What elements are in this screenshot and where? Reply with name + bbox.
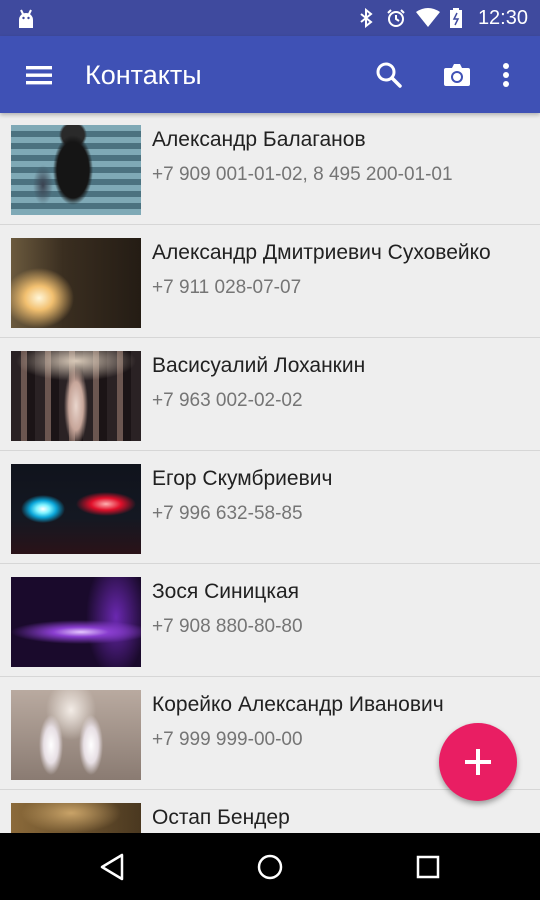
status-bar: 12:30 (0, 0, 540, 36)
contact-row[interactable]: Васисуалий Лоханкин +7 963 002-02-02 (0, 339, 540, 451)
contact-row[interactable]: Александр Дмитриевич Суховейко +7 911 02… (0, 226, 540, 338)
alarm-icon (387, 9, 405, 27)
contact-name: Корейко Александр Иванович (152, 693, 444, 716)
menu-icon[interactable] (20, 58, 56, 92)
bluetooth-icon (360, 8, 373, 28)
contact-row[interactable]: Александр Балаганов +7 909 001-01-02, 8 … (0, 113, 540, 225)
contact-phone: +7 963 002-02-02 (152, 390, 303, 411)
home-icon[interactable] (254, 851, 286, 883)
recents-icon[interactable] (413, 852, 443, 882)
contact-name: Остап Бендер (152, 806, 290, 829)
contact-phone: +7 996 632-58-85 (152, 503, 303, 524)
back-icon[interactable] (96, 851, 128, 883)
contact-phone: +7 999 999-00-00 (152, 729, 303, 750)
contact-photo (11, 690, 141, 780)
page-title: Контакты (85, 60, 202, 90)
wifi-icon (415, 8, 440, 27)
app-bar: Контакты (0, 36, 540, 113)
contact-phone: +7 911 028-07-07 (152, 277, 302, 298)
contact-row[interactable]: Егор Скумбриевич +7 996 632-58-85 (0, 452, 540, 564)
contact-name: Александр Балаганов (152, 128, 366, 151)
contact-photo (11, 351, 141, 441)
navigation-bar (0, 833, 540, 900)
overflow-icon[interactable] (492, 56, 520, 94)
contact-row[interactable]: Зося Синицкая +7 908 880-80-80 (0, 565, 540, 677)
contact-phone: +7 908 880-80-80 (152, 616, 303, 637)
android-icon (19, 9, 33, 28)
contact-name: Александр Дмитриевич Суховейко (152, 241, 491, 264)
contact-row[interactable]: Остап Бендер (0, 791, 540, 833)
contact-phone: +7 909 001-01-02, 8 495 200-01-01 (152, 164, 453, 185)
plus-icon (465, 749, 491, 775)
contact-photo (11, 803, 141, 833)
contact-name: Егор Скумбриевич (152, 467, 333, 490)
contact-photo (11, 464, 141, 554)
contact-photo (11, 125, 141, 215)
camera-icon[interactable] (438, 56, 476, 94)
add-contact-button[interactable] (439, 723, 517, 801)
status-time: 12:30 (477, 6, 528, 29)
battery-icon (449, 8, 462, 28)
contacts-list: Александр Балаганов +7 909 001-01-02, 8 … (0, 113, 540, 833)
search-icon[interactable] (370, 56, 408, 94)
contact-photo (11, 577, 141, 667)
contact-name: Васисуалий Лоханкин (152, 354, 366, 377)
contact-name: Зося Синицкая (152, 580, 300, 603)
contact-photo (11, 238, 141, 328)
